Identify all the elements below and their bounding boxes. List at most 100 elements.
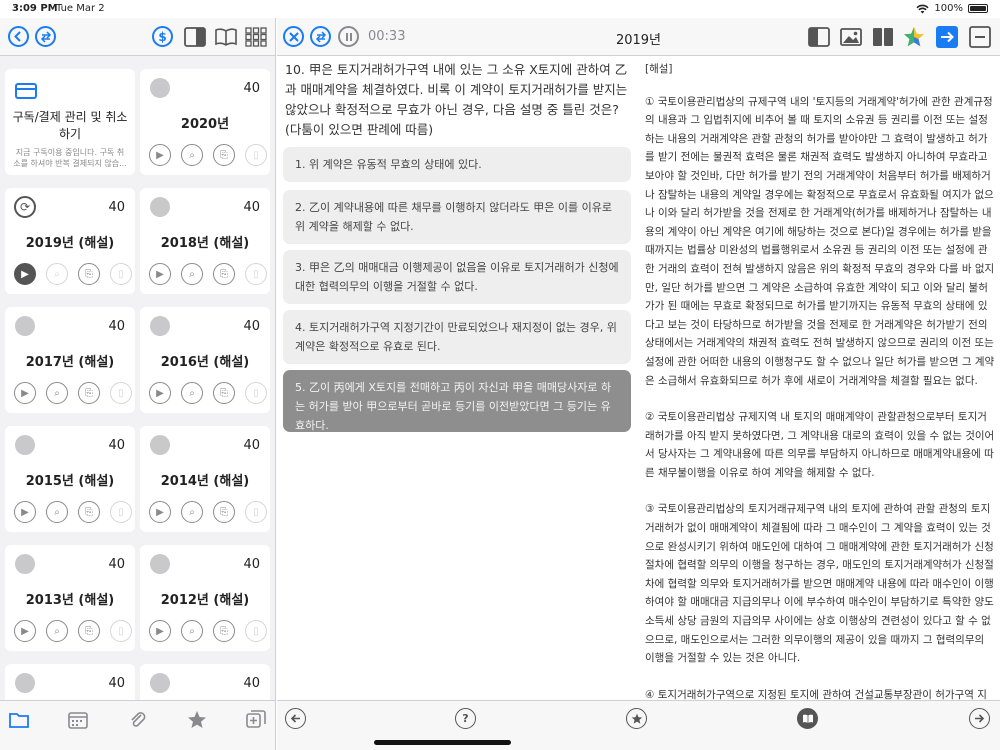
paperclip-icon[interactable]: ⎘ — [78, 382, 100, 404]
trash-icon[interactable]: ▯ — [245, 382, 267, 404]
search-icon[interactable]: ⌕ — [46, 501, 68, 523]
exam-card[interactable]: 40 2020년 ▶ ⌕ ⎘ ▯ — [140, 69, 270, 175]
book-icon[interactable] — [797, 708, 818, 729]
exam-card[interactable]: 40 2015년 (해설) ▶ ⌕ ⎘ ▯ — [5, 426, 135, 532]
paperclip-icon[interactable]: ⎘ — [213, 501, 235, 523]
exam-title: 2019년 (해설) — [25, 236, 115, 251]
play-icon[interactable]: ▶ — [14, 620, 36, 642]
subscription-card[interactable]: 구독/결제 관리 및 취소하기 지금 구독이용 중입니다. 구독 취소를 하셔야… — [5, 69, 135, 175]
arrow-right-icon[interactable] — [936, 26, 958, 48]
swap-icon[interactable] — [35, 26, 56, 47]
explanation-paragraph: ③ 국토이용관리법상의 토지거래규제구역 내의 토지에 관하여 관할 관청의 토… — [645, 503, 994, 665]
status-dot — [150, 197, 170, 217]
question-count: 40 — [108, 438, 125, 453]
card-actions: ▶ ⌕ ⎘ ▯ — [14, 263, 132, 285]
minus-icon[interactable] — [969, 26, 991, 48]
exam-card[interactable]: 40 — [5, 664, 135, 700]
search-icon[interactable]: ⌕ — [181, 382, 203, 404]
paperclip-icon[interactable]: ⎘ — [78, 620, 100, 642]
choice-5-selected[interactable]: 5. 乙이 丙에게 X토지를 전매하고 丙이 자신과 甲을 매매당사자로 하는 … — [283, 370, 631, 432]
subscription-title: 구독/결제 관리 및 취소하기 — [12, 110, 128, 141]
swap-icon[interactable] — [310, 26, 331, 47]
paperclip-icon[interactable]: ⎘ — [213, 144, 235, 166]
search-icon[interactable]: ⌕ — [46, 620, 68, 642]
back-icon[interactable] — [8, 26, 29, 47]
status-dot — [15, 316, 35, 336]
status-date: Tue Mar 2 — [56, 3, 105, 14]
trash-icon[interactable]: ▯ — [110, 382, 132, 404]
close-icon[interactable] — [283, 26, 304, 47]
play-icon[interactable]: ▶ — [149, 620, 171, 642]
paperclip-icon[interactable]: ⎘ — [213, 263, 235, 285]
prev-icon[interactable] — [285, 708, 306, 729]
book-icon[interactable] — [214, 27, 238, 47]
question-count: 40 — [243, 319, 260, 334]
paperclip-icon[interactable]: ⎘ — [213, 382, 235, 404]
question-text: 10. 甲은 토지거래허가구역 내에 있는 그 소유 X토지에 관하여 乙과 매… — [285, 62, 628, 137]
search-icon[interactable]: ⌕ — [181, 620, 203, 642]
trash-icon[interactable]: ▯ — [245, 620, 267, 642]
calendar-icon[interactable] — [67, 709, 89, 731]
trash-icon[interactable]: ▯ — [110, 620, 132, 642]
search-icon[interactable]: ⌕ — [46, 382, 68, 404]
choice-2[interactable]: 2. 乙이 계약내용에 따른 채무를 이행하지 않더라도 甲은 이를 이유로 위… — [283, 190, 631, 244]
search-icon[interactable]: ⌕ — [181, 501, 203, 523]
split-icon[interactable] — [872, 26, 894, 48]
exam-card[interactable]: 40 2018년 (해설) ▶ ⌕ ⎘ ▯ — [140, 188, 270, 294]
status-right: 100% — [916, 3, 988, 14]
star-outline-icon[interactable] — [626, 708, 647, 729]
explanation-paragraph: ② 국토이용관리법상 규제지역 내 토지의 매매계약이 관할관청으로부터 토지거… — [645, 411, 995, 479]
star-icon[interactable] — [186, 709, 208, 731]
exam-card[interactable]: 40 2017년 (해설) ▶ ⌕ ⎘ ▯ — [5, 307, 135, 413]
add-copy-icon[interactable] — [245, 709, 267, 731]
search-icon[interactable]: ⌕ — [181, 144, 203, 166]
exam-card[interactable]: 40 — [140, 664, 270, 700]
paperclip-icon[interactable] — [127, 709, 149, 731]
pause-icon[interactable] — [338, 26, 359, 47]
paperclip-icon[interactable]: ⎘ — [213, 620, 235, 642]
image-icon[interactable] — [840, 26, 862, 48]
search-icon[interactable]: ⌕ — [46, 263, 68, 285]
left-toolbar: $ — [0, 18, 275, 56]
trash-icon[interactable]: ▯ — [245, 501, 267, 523]
paperclip-icon[interactable]: ⎘ — [78, 501, 100, 523]
exam-card[interactable]: 40 2014년 (해설) ▶ ⌕ ⎘ ▯ — [140, 426, 270, 532]
exam-card[interactable]: 40 2013년 (해설) ▶ ⌕ ⎘ ▯ — [5, 545, 135, 651]
exam-card[interactable]: ⟳ 40 2019년 (해설) ▶ ⌕ ⎘ ▯ — [5, 188, 135, 294]
exam-card[interactable]: 40 2016년 (해설) ▶ ⌕ ⎘ ▯ — [140, 307, 270, 413]
dollar-icon[interactable]: $ — [152, 26, 173, 47]
search-icon[interactable]: ⌕ — [181, 263, 203, 285]
help-icon[interactable]: ? — [455, 708, 476, 729]
exam-grid: 구독/결제 관리 및 취소하기 지금 구독이용 중입니다. 구독 취소를 하셔야… — [0, 57, 275, 700]
exam-list-pane: $ 구독/결제 관리 및 취소하기 지금 구독이용 중입니다. 구독 취소를 하… — [0, 18, 276, 750]
play-icon[interactable]: ▶ — [149, 144, 171, 166]
exam-card[interactable]: 40 2012년 (해설) ▶ ⌕ ⎘ ▯ — [140, 545, 270, 651]
play-icon[interactable]: ▶ — [149, 263, 171, 285]
paperclip-icon[interactable]: ⎘ — [78, 263, 100, 285]
status-dot — [150, 316, 170, 336]
question-count: 40 — [108, 676, 125, 691]
folder-icon[interactable] — [8, 709, 30, 731]
next-icon[interactable] — [969, 708, 990, 729]
play-icon[interactable]: ▶ — [149, 382, 171, 404]
play-icon[interactable]: ▶ — [14, 382, 36, 404]
home-indicator[interactable] — [374, 740, 511, 745]
trash-icon[interactable]: ▯ — [245, 263, 267, 285]
trash-icon[interactable]: ▯ — [110, 263, 132, 285]
trash-icon[interactable]: ▯ — [110, 501, 132, 523]
grid-icon[interactable] — [245, 27, 267, 47]
sidebar-icon[interactable] — [808, 26, 830, 48]
sidebar-icon[interactable] — [184, 27, 206, 47]
choice-4[interactable]: 4. 토지거래허가구역 지정기간이 만료되었으나 재지정이 없는 경우, 위 계… — [283, 310, 631, 364]
choice-1[interactable]: 1. 위 계약은 유동적 무효의 상태에 있다. — [283, 147, 631, 182]
star-color-icon[interactable] — [903, 26, 925, 48]
question-count: 40 — [243, 676, 260, 691]
trash-icon[interactable]: ▯ — [245, 144, 267, 166]
play-icon[interactable]: ▶ — [14, 501, 36, 523]
card-actions: ▶ ⌕ ⎘ ▯ — [149, 620, 267, 642]
play-icon[interactable]: ▶ — [14, 263, 36, 285]
status-dot — [150, 78, 170, 98]
choice-3[interactable]: 3. 甲은 乙의 매매대금 이행제공이 없음을 이유로 토지거래허가 신청에 대… — [283, 250, 631, 304]
play-icon[interactable]: ▶ — [149, 501, 171, 523]
status-dot — [15, 673, 35, 693]
